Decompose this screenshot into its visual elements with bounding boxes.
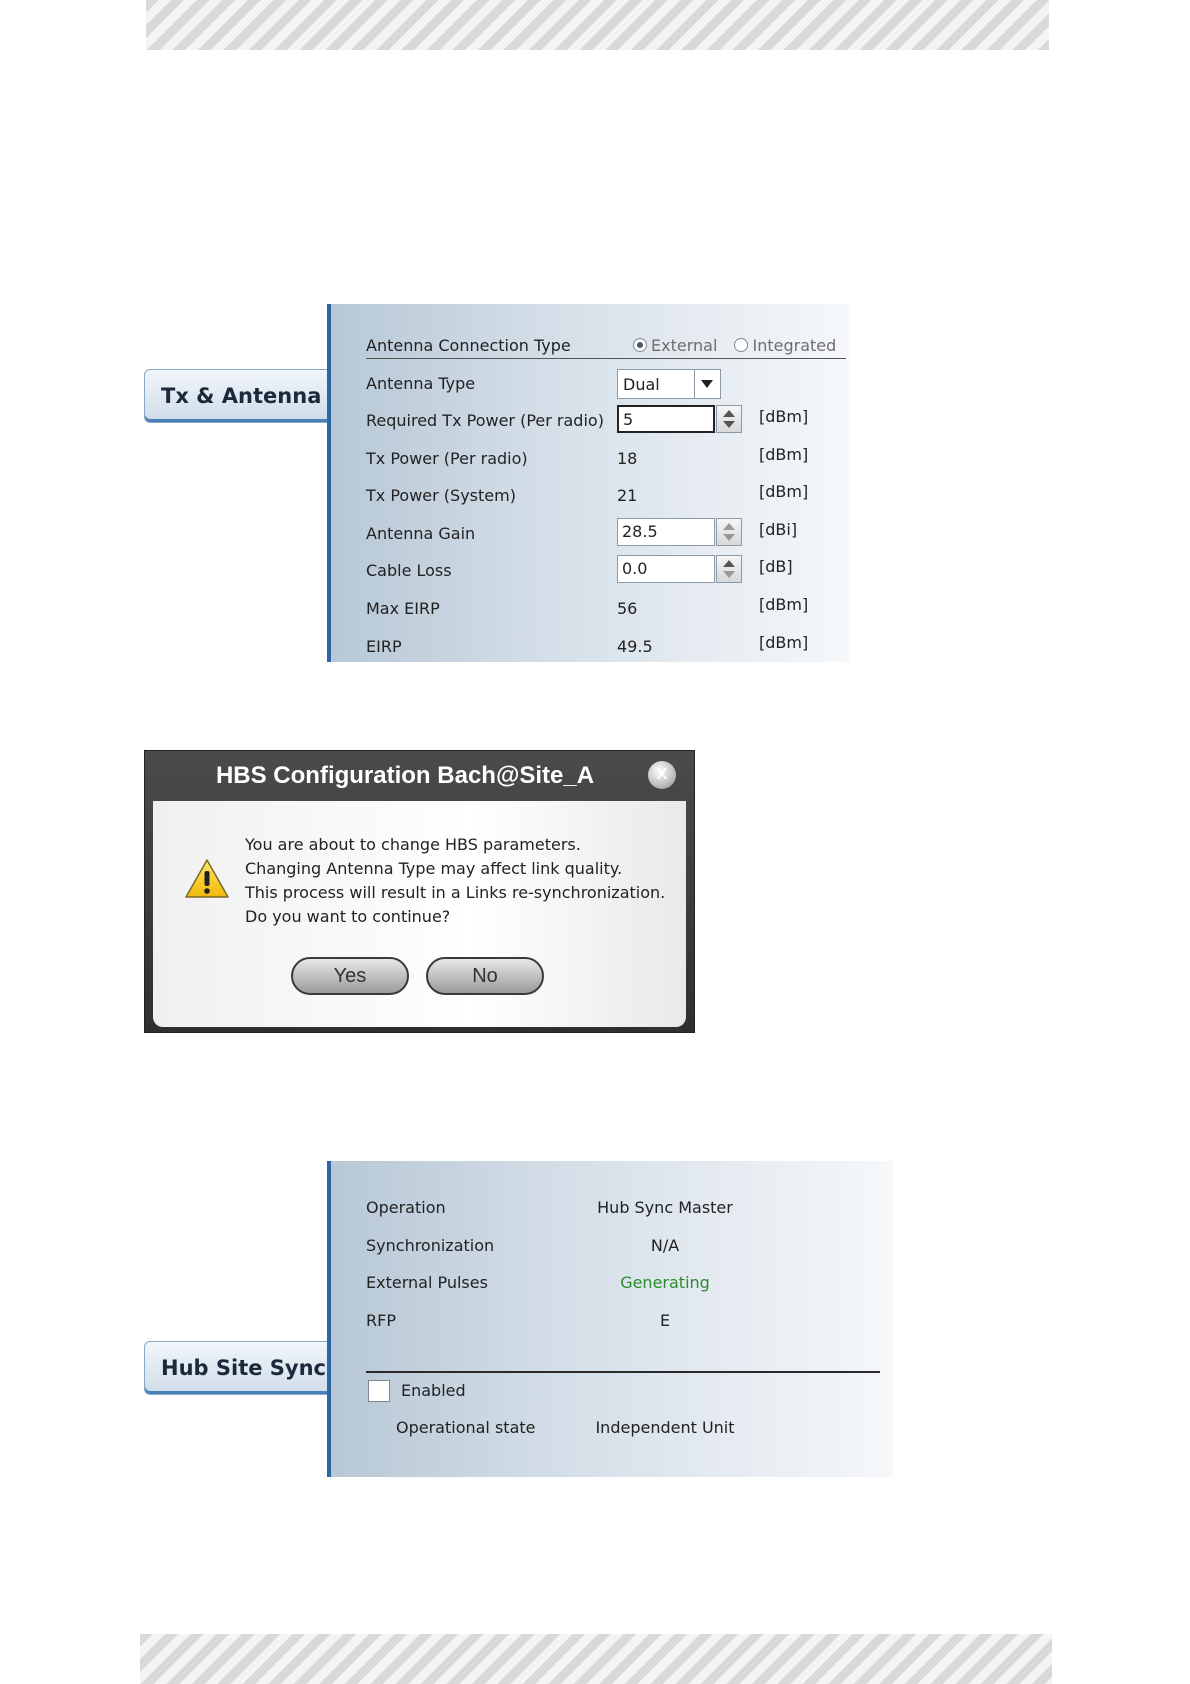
operational-state-label: Operational state bbox=[396, 1418, 536, 1437]
tx-power-radio-label: Tx Power (Per radio) bbox=[366, 449, 528, 468]
warning-icon bbox=[185, 859, 229, 898]
tx-power-system-value: 21 bbox=[617, 486, 638, 505]
antenna-gain-input[interactable]: 28.5 bbox=[617, 518, 715, 546]
tab-hub-site-sync-label: Hub Site Sync bbox=[161, 1356, 326, 1380]
stepper-up-icon[interactable] bbox=[723, 410, 735, 417]
synchronization-label: Synchronization bbox=[366, 1236, 495, 1255]
antenna-type-value: Dual bbox=[623, 375, 660, 394]
antenna-gain-value: 28.5 bbox=[622, 522, 658, 541]
cable-loss-input[interactable]: 0.0 bbox=[617, 555, 715, 583]
operation-label: Operation bbox=[366, 1198, 446, 1217]
tx-power-system-label: Tx Power (System) bbox=[366, 486, 516, 505]
dialog-title: HBS Configuration Bach@Site_A bbox=[215, 762, 595, 789]
required-tx-power-value: 5 bbox=[623, 410, 634, 429]
tx-power-system-unit: [dBm] bbox=[759, 482, 809, 501]
antenna-type-select[interactable]: Dual bbox=[617, 369, 721, 399]
stepper-down-icon[interactable] bbox=[723, 421, 735, 428]
enabled-label: Enabled bbox=[401, 1381, 466, 1400]
stepper-down-icon[interactable] bbox=[723, 571, 735, 578]
hub-site-sync-panel: Operation Hub Sync Master Synchronizatio… bbox=[327, 1161, 893, 1477]
section-divider bbox=[366, 1371, 880, 1373]
radio-external-icon bbox=[633, 338, 647, 352]
stepper-up-icon[interactable] bbox=[723, 560, 735, 567]
dialog-body: You are about to change HBS parameters. … bbox=[153, 801, 686, 1027]
dialog-message-line: This process will result in a Links re-s… bbox=[245, 883, 666, 902]
enabled-checkbox[interactable] bbox=[368, 1380, 390, 1402]
max-eirp-unit: [dBm] bbox=[759, 595, 809, 614]
cable-loss-value: 0.0 bbox=[622, 559, 648, 578]
cable-loss-unit: [dB] bbox=[759, 557, 793, 576]
max-eirp-value: 56 bbox=[617, 599, 638, 618]
yes-button[interactable]: Yes bbox=[291, 957, 409, 995]
antenna-gain-stepper[interactable] bbox=[716, 518, 742, 546]
close-icon[interactable]: X bbox=[648, 761, 676, 789]
tab-tx-antenna-label: Tx & Antenna bbox=[161, 384, 322, 408]
synchronization-value: N/A bbox=[650, 1236, 680, 1255]
radio-external[interactable]: External bbox=[633, 336, 717, 355]
no-button[interactable]: No bbox=[426, 957, 544, 995]
stepper-up-icon[interactable] bbox=[723, 523, 735, 530]
required-tx-power-label: Required Tx Power (Per radio) bbox=[366, 411, 604, 430]
tx-power-radio-unit: [dBm] bbox=[759, 445, 809, 464]
external-pulses-value: Generating bbox=[620, 1273, 710, 1292]
radio-integrated-icon bbox=[734, 338, 749, 352]
rfp-value: E bbox=[659, 1311, 671, 1330]
cable-loss-stepper[interactable] bbox=[716, 555, 742, 583]
header-band bbox=[146, 0, 1049, 50]
required-tx-power-stepper[interactable] bbox=[716, 405, 742, 433]
radio-integrated[interactable]: Integrated bbox=[734, 336, 836, 355]
dialog-message-line: Changing Antenna Type may affect link qu… bbox=[245, 859, 623, 878]
antenna-gain-unit: [dBi] bbox=[759, 520, 798, 539]
required-tx-power-input[interactable]: 5 bbox=[617, 405, 715, 433]
external-pulses-label: External Pulses bbox=[366, 1273, 488, 1292]
stepper-down-icon[interactable] bbox=[723, 534, 735, 541]
tx-power-radio-value: 18 bbox=[617, 449, 638, 468]
cable-loss-label: Cable Loss bbox=[366, 561, 452, 580]
antenna-gain-label: Antenna Gain bbox=[366, 524, 476, 543]
connection-type-options: External Integrated bbox=[633, 334, 836, 358]
dialog-message-line: Do you want to continue? bbox=[245, 907, 451, 926]
footer-band bbox=[140, 1634, 1052, 1684]
rfp-label: RFP bbox=[366, 1311, 396, 1330]
tab-hub-site-sync[interactable]: Hub Site Sync bbox=[144, 1341, 330, 1395]
radio-integrated-label: Integrated bbox=[752, 336, 837, 355]
chevron-down-icon bbox=[694, 370, 720, 398]
tab-tx-antenna[interactable]: Tx & Antenna bbox=[144, 369, 330, 423]
required-tx-power-unit: [dBm] bbox=[759, 407, 809, 426]
antenna-type-label: Antenna Type bbox=[366, 374, 476, 393]
tx-antenna-panel: Antenna Connection Type External Integra… bbox=[327, 304, 849, 662]
antenna-connection-type-label: Antenna Connection Type bbox=[366, 336, 571, 355]
operation-value: Hub Sync Master bbox=[597, 1198, 733, 1217]
eirp-unit: [dBm] bbox=[759, 633, 809, 652]
operational-state-value: Independent Unit bbox=[595, 1418, 735, 1437]
hbs-configuration-dialog: HBS Configuration Bach@Site_A X You are … bbox=[144, 750, 695, 1033]
eirp-value: 49.5 bbox=[617, 637, 653, 656]
radio-external-label: External bbox=[651, 336, 718, 355]
eirp-label: EIRP bbox=[366, 637, 402, 656]
max-eirp-label: Max EIRP bbox=[366, 599, 440, 618]
dialog-message-line: You are about to change HBS parameters. bbox=[245, 835, 581, 854]
